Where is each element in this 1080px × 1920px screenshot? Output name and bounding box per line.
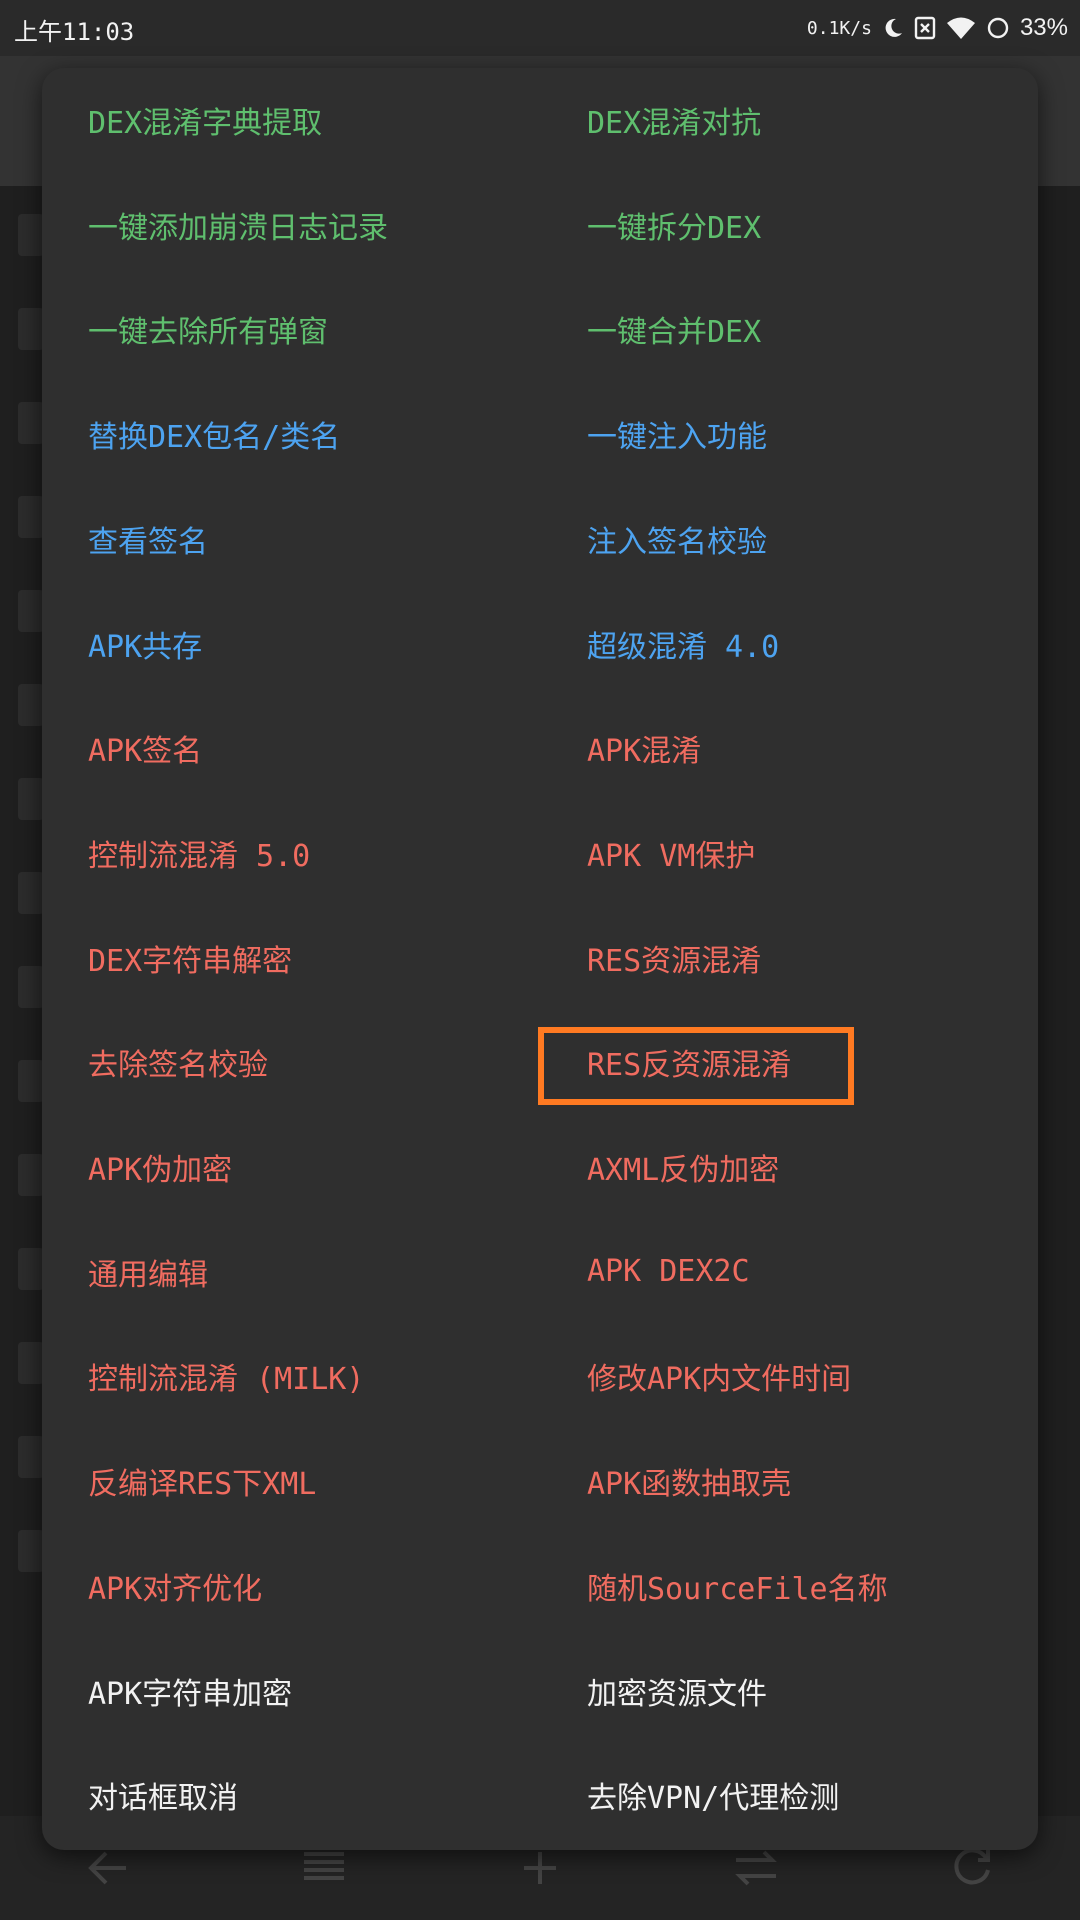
menu-item[interactable]: 一键去除所有弹窗 <box>88 299 518 359</box>
list-row-handle <box>18 872 44 914</box>
menu-item[interactable]: 通用编辑 <box>88 1242 518 1302</box>
menu-item[interactable]: APK函数抽取壳 <box>587 1451 1007 1511</box>
menu-item[interactable]: 一键添加崩溃日志记录 <box>88 195 518 255</box>
menu-item[interactable]: 随机SourceFile名称 <box>587 1556 1007 1616</box>
menu-item[interactable]: DEX字符串解密 <box>88 928 518 988</box>
menu-item[interactable]: 加密资源文件 <box>587 1661 1007 1721</box>
no-sim-icon <box>914 16 936 40</box>
list-row-handle <box>18 1530 44 1572</box>
menu-item[interactable]: 去除VPN/代理检测 <box>587 1765 1007 1825</box>
battery-percent: 33% <box>1019 14 1068 41</box>
menu-item[interactable]: 修改APK内文件时间 <box>587 1346 1007 1406</box>
menu-item[interactable]: APK共存 <box>88 614 518 674</box>
menu-item[interactable]: APK字符串加密 <box>88 1661 518 1721</box>
menu-item[interactable]: 控制流混淆 (MILK) <box>88 1346 518 1406</box>
menu-item[interactable]: 查看签名 <box>88 509 518 569</box>
list-row-handle <box>18 1060 44 1102</box>
list-row-handle <box>18 590 44 632</box>
status-time: 上午11:03 <box>14 18 135 46</box>
menu-item[interactable]: 一键合并DEX <box>587 299 1007 359</box>
menu-item[interactable]: DEX混淆对抗 <box>587 90 1007 150</box>
menu-item[interactable]: DEX混淆字典提取 <box>88 90 518 150</box>
menu-item[interactable]: RES资源混淆 <box>587 928 1007 988</box>
list-row-handle <box>18 1342 44 1384</box>
status-bar: 上午11:03 0.1K/s 33% <box>0 0 1080 56</box>
menu-item[interactable]: 反编译RES下XML <box>88 1451 518 1511</box>
list-row-handle <box>18 1436 44 1478</box>
list-row-handle <box>18 684 44 726</box>
moon-icon <box>882 17 904 39</box>
list-row-handle <box>18 496 44 538</box>
list-row-handle <box>18 214 44 256</box>
tools-popup-menu: DEX混淆字典提取 DEX混淆对抗一键添加崩溃日志记录 一键拆分DEX 一键去除所有弹… <box>42 68 1038 1850</box>
list-row-handle <box>18 402 44 444</box>
list-row-handle <box>18 1248 44 1290</box>
network-speed: 0.1K/s <box>806 17 872 39</box>
menu-item[interactable]: APK签名 <box>88 718 518 778</box>
menu-item[interactable]: 一键注入功能 <box>587 404 1007 464</box>
menu-item[interactable]: 替换DEX包名/类名 <box>88 404 518 464</box>
status-icons: 0.1K/s 33% <box>807 12 1068 44</box>
battery-ring-icon <box>986 16 1010 40</box>
list-row-handle <box>18 966 44 1008</box>
menu-item[interactable]: APK对齐优化 <box>88 1556 518 1616</box>
menu-item[interactable]: 超级混淆 4.0 <box>587 614 1007 674</box>
wifi-icon <box>946 16 976 40</box>
menu-item[interactable]: 一键拆分DEX <box>587 195 1007 255</box>
list-row-handle <box>18 308 44 350</box>
list-row-handle <box>18 778 44 820</box>
menu-item[interactable]: APK混淆 <box>587 718 1007 778</box>
menu-item[interactable]: 去除签名校验 <box>88 1032 518 1092</box>
menu-item[interactable]: 注入签名校验 <box>587 509 1007 569</box>
menu-item[interactable]: APK VM保护 <box>587 823 1007 883</box>
menu-item[interactable]: 控制流混淆 5.0 <box>88 823 518 883</box>
menu-item[interactable]: 对话框取消 <box>88 1765 518 1825</box>
menu-item-highlighted[interactable]: RES反资源混淆 <box>587 1032 1007 1092</box>
list-row-handle <box>18 1154 44 1196</box>
menu-item[interactable]: APK伪加密 <box>88 1137 518 1197</box>
menu-item[interactable]: AXML反伪加密 <box>587 1137 1007 1197</box>
menu-item[interactable]: APK DEX2C <box>587 1242 1007 1302</box>
